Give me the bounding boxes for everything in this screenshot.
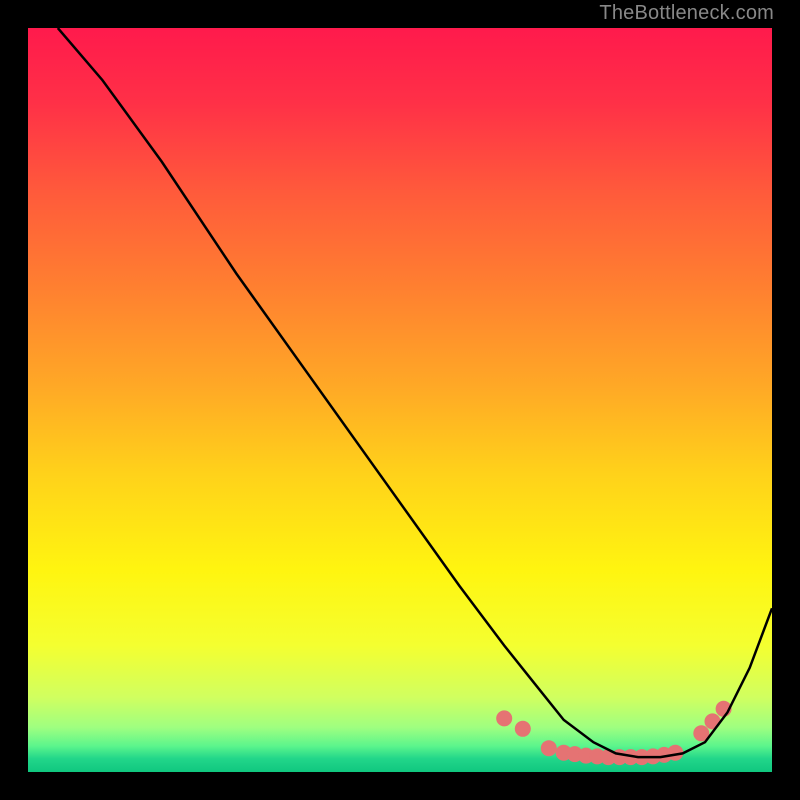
bottleneck-chart xyxy=(28,28,772,772)
plot-area xyxy=(28,28,772,772)
marker-dot xyxy=(541,740,557,756)
chart-container: TheBottleneck.com xyxy=(0,0,800,800)
watermark-text: TheBottleneck.com xyxy=(599,2,774,25)
marker-dot xyxy=(515,721,531,737)
gradient-background xyxy=(28,28,772,772)
marker-dot xyxy=(496,710,512,726)
marker-dot xyxy=(705,713,721,729)
